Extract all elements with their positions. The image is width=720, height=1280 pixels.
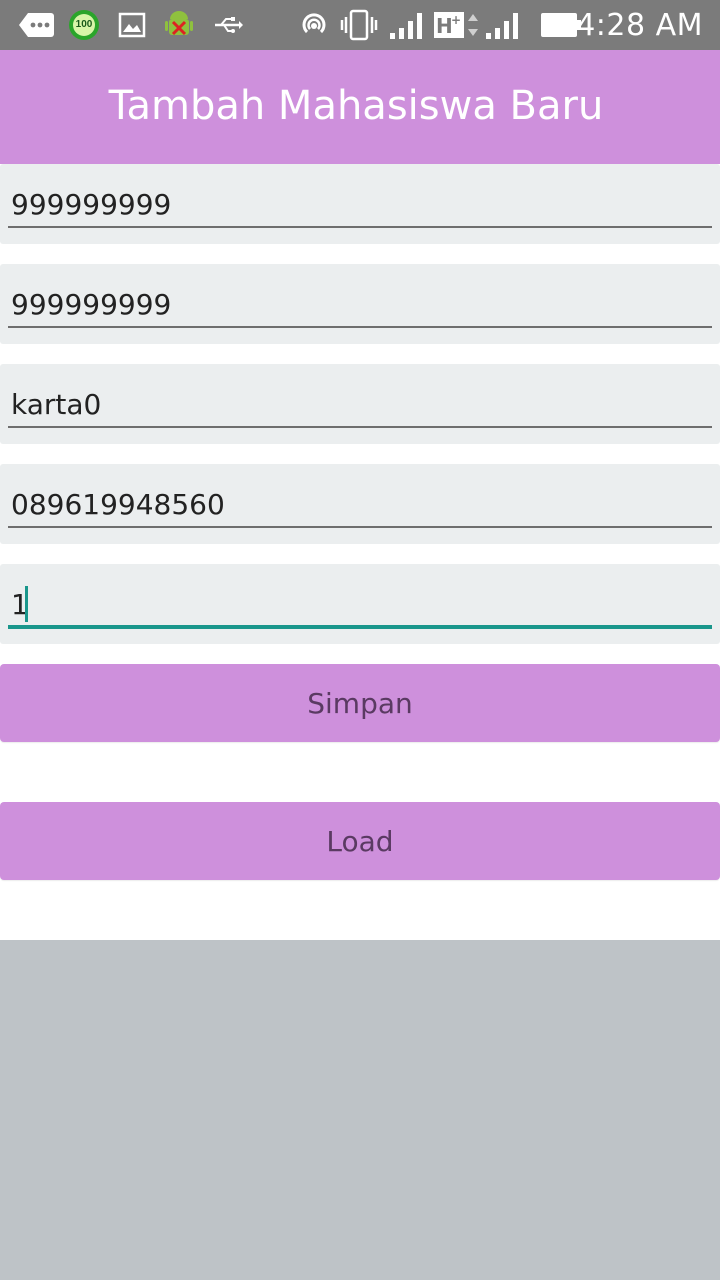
phone-input-underline xyxy=(8,526,712,528)
more-icon xyxy=(18,9,54,41)
battery-100-icon: 100 xyxy=(68,9,100,41)
id-input[interactable] xyxy=(8,282,712,326)
page-title: Tambah Mahasiswa Baru xyxy=(108,83,604,129)
nim-field-container xyxy=(0,164,720,244)
h-plus-icon: H + xyxy=(434,9,482,41)
usb-icon xyxy=(213,9,243,41)
name-input-underline xyxy=(8,426,712,428)
battery-badge-text: 100 xyxy=(75,19,93,30)
phone-field-container xyxy=(0,464,720,544)
name-input[interactable] xyxy=(8,382,712,426)
text-cursor xyxy=(25,586,28,622)
hotspot-icon xyxy=(298,9,330,41)
app-bar: Tambah Mahasiswa Baru xyxy=(0,50,720,164)
nim-input[interactable] xyxy=(8,182,712,226)
name-field-container xyxy=(0,364,720,444)
phone-input[interactable] xyxy=(8,482,712,526)
fifth-input[interactable] xyxy=(8,582,712,626)
signal-icon-2 xyxy=(484,9,522,41)
status-time: 4:28 AM xyxy=(576,8,703,43)
fifth-input-underline xyxy=(8,625,712,629)
nim-input-underline xyxy=(8,226,712,228)
svg-text:+: + xyxy=(451,13,461,27)
save-button[interactable]: Simpan xyxy=(0,664,720,742)
id-field-container xyxy=(0,264,720,344)
signal-icon xyxy=(388,9,426,41)
id-input-underline xyxy=(8,326,712,328)
load-button[interactable]: Load xyxy=(0,802,720,880)
fifth-field-container xyxy=(0,564,720,644)
android-debug-icon xyxy=(163,9,195,41)
status-bar: 100 H + 4:28 AM xyxy=(0,0,720,50)
image-icon xyxy=(118,9,146,41)
empty-list-area xyxy=(0,940,720,1280)
vibrate-icon xyxy=(340,9,378,41)
